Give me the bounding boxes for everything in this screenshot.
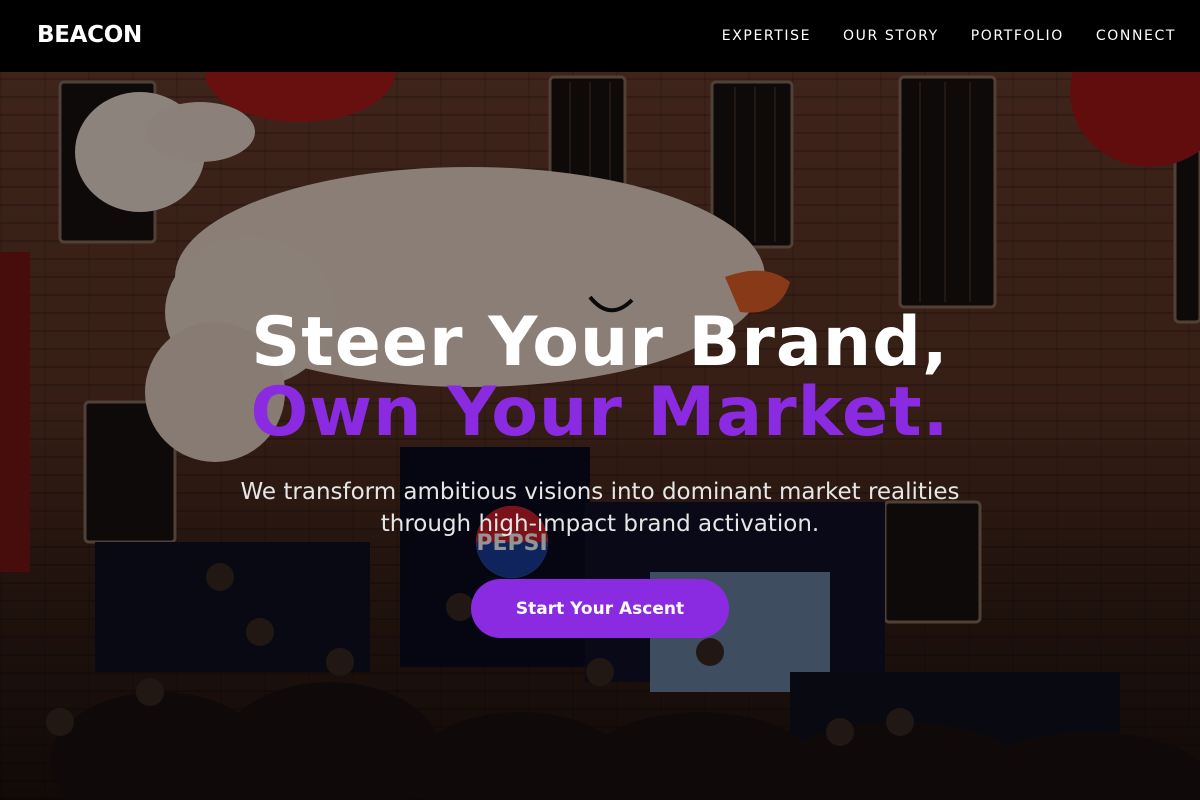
nav-item-expertise[interactable]: EXPERTISE xyxy=(722,28,811,44)
brand-logo[interactable]: BEACON xyxy=(37,22,142,48)
main-nav: EXPERTISE OUR STORY PORTFOLIO CONNECT xyxy=(690,0,1176,72)
site-header: BEACON EXPERTISE OUR STORY PORTFOLIO CON… xyxy=(0,0,1200,72)
hero-headline-line2: Own Your Market. xyxy=(250,373,950,452)
nav-item-portfolio[interactable]: PORTFOLIO xyxy=(971,28,1064,44)
hero-subtitle-line2: through high-impact brand activation. xyxy=(380,511,820,537)
hero-subtitle-line1: We transform ambitious visions into domi… xyxy=(240,479,960,505)
start-your-ascent-button[interactable]: Start Your Ascent xyxy=(471,579,729,638)
hero-headline-line1: Steer Your Brand, xyxy=(251,303,949,382)
nav-item-connect[interactable]: CONNECT xyxy=(1096,28,1176,44)
nav-item-our-story[interactable]: OUR STORY xyxy=(843,28,939,44)
hero-subtitle: We transform ambitious visions into domi… xyxy=(200,476,1000,540)
